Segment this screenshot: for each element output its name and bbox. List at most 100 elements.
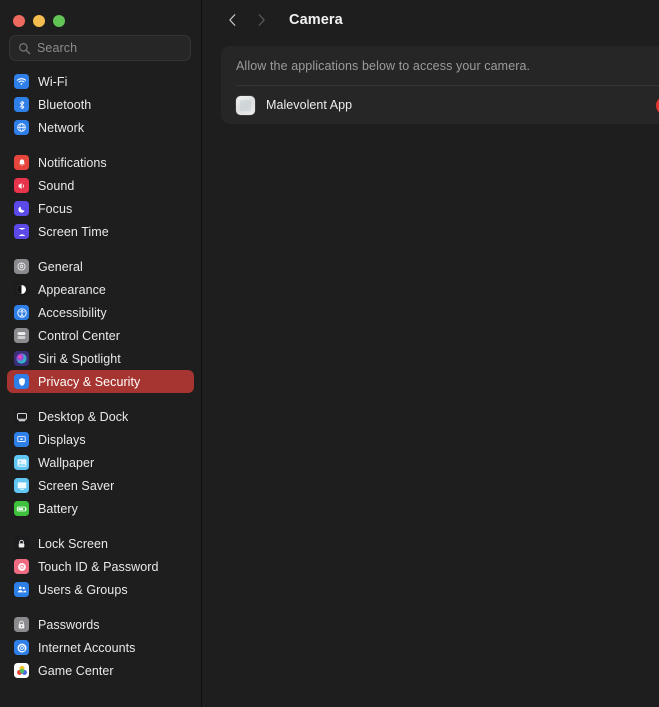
screen-time-icon — [14, 224, 29, 239]
card-description: Allow the applications below to access y… — [236, 59, 531, 73]
sidebar-item-appearance[interactable]: Appearance — [7, 278, 194, 301]
sidebar-item-focus[interactable]: Focus — [7, 197, 194, 220]
sidebar-item-label: Appearance — [38, 282, 106, 297]
appearance-icon — [14, 282, 29, 297]
sidebar-item-label: Users & Groups — [38, 582, 128, 597]
sidebar-group: Lock Screen Touch ID & Password Users & Gr… — [0, 532, 201, 613]
network-icon — [14, 120, 29, 135]
traffic-lights — [0, 0, 201, 30]
search-placeholder: Search — [37, 41, 78, 55]
sidebar-item-internet-accounts[interactable]: Internet Accounts — [7, 636, 194, 659]
sidebar-item-privacy-security[interactable]: Privacy & Security — [7, 370, 194, 393]
accessibility-icon — [14, 305, 29, 320]
zoom-button[interactable] — [53, 14, 65, 27]
displays-icon — [14, 432, 29, 447]
sidebar-item-sound[interactable]: Sound — [7, 174, 194, 197]
desktop-dock-icon — [14, 409, 29, 424]
sidebar-item-label: Bluetooth — [38, 97, 92, 112]
sidebar-item-game-center[interactable]: Game Center — [7, 659, 194, 682]
app-name: Malevolent App — [266, 98, 353, 112]
content-toolbar: Camera — [202, 0, 659, 40]
sidebar-item-label: Focus — [38, 201, 73, 216]
sidebar-item-label: Wallpaper — [38, 455, 95, 470]
sidebar-group: Wi-Fi Bluetooth Network — [0, 70, 201, 151]
page-title: Camera — [289, 12, 343, 28]
sidebar-group: Passwords Internet Accounts Game Center — [0, 613, 201, 694]
sidebar-group: General Appearance Accessibility Control Ce… — [0, 255, 201, 405]
sidebar-item-label: General — [38, 259, 83, 274]
back-button[interactable] — [219, 7, 245, 33]
search-icon — [18, 42, 31, 55]
sidebar-item-label: Privacy & Security — [38, 374, 141, 389]
lock-screen-icon — [14, 536, 29, 551]
sidebar-item-bluetooth[interactable]: Bluetooth — [7, 93, 194, 116]
privacy-security-icon — [14, 374, 29, 389]
sidebar-item-displays[interactable]: Displays — [7, 428, 194, 451]
camera-permissions-card: Allow the applications below to access y… — [221, 46, 659, 124]
wifi-icon — [14, 74, 29, 89]
sidebar-item-screen-time[interactable]: Screen Time — [7, 220, 194, 243]
minimize-button[interactable] — [33, 14, 45, 27]
sidebar-item-passwords[interactable]: Passwords — [7, 613, 194, 636]
focus-icon — [14, 201, 29, 216]
sidebar-item-label: Passwords — [38, 617, 100, 632]
system-settings-window: Search Wi-Fi Bluetooth Network Notification… — [0, 0, 659, 707]
sidebar-item-wallpaper[interactable]: Wallpaper — [7, 451, 194, 474]
sidebar-item-label: Network — [38, 120, 85, 135]
app-permission-row: Malevolent App — [221, 86, 659, 124]
sidebar-item-siri-spotlight[interactable]: Siri & Spotlight — [7, 347, 194, 370]
sidebar-item-users-groups[interactable]: Users & Groups — [7, 578, 194, 601]
close-button[interactable] — [13, 14, 25, 27]
passwords-icon — [14, 617, 29, 632]
content-area: Camera Allow the applications below to a… — [202, 0, 659, 707]
notifications-icon — [14, 155, 29, 170]
app-icon — [236, 95, 255, 115]
sidebar-item-general[interactable]: General — [7, 255, 194, 278]
sidebar-item-label: Siri & Spotlight — [38, 351, 121, 366]
internet-accounts-icon — [14, 640, 29, 655]
touch-id-icon — [14, 559, 29, 574]
wallpaper-icon — [14, 455, 29, 470]
control-center-icon — [14, 328, 29, 343]
siri-icon — [14, 351, 29, 366]
sidebar-item-label: Notifications — [38, 155, 107, 170]
sidebar-item-lock-screen[interactable]: Lock Screen — [7, 532, 194, 555]
sidebar-item-label: Desktop & Dock — [38, 409, 129, 424]
sidebar-item-network[interactable]: Network — [7, 116, 194, 139]
sidebar-item-screen-saver[interactable]: Screen Saver — [7, 474, 194, 497]
sidebar-item-label: Control Center — [38, 328, 120, 343]
game-center-icon — [14, 663, 29, 678]
sidebar-item-battery[interactable]: Battery — [7, 497, 194, 520]
screen-saver-icon — [14, 478, 29, 493]
sidebar-item-notifications[interactable]: Notifications — [7, 151, 194, 174]
sidebar-item-accessibility[interactable]: Accessibility — [7, 301, 194, 324]
sidebar-item-label: Wi-Fi — [38, 74, 68, 89]
sidebar-item-wi-fi[interactable]: Wi-Fi — [7, 70, 194, 93]
users-groups-icon — [14, 582, 29, 597]
sidebar-item-label: Screen Time — [38, 224, 109, 239]
sidebar-item-label: Touch ID & Password — [38, 559, 159, 574]
forward-button[interactable] — [248, 7, 274, 33]
sidebar-item-control-center[interactable]: Control Center — [7, 324, 194, 347]
sidebar-item-label: Accessibility — [38, 305, 107, 320]
sidebar-item-label: Displays — [38, 432, 86, 447]
sidebar-group: Notifications Sound Focus Screen Time — [0, 151, 201, 255]
sidebar-item-label: Screen Saver — [38, 478, 115, 493]
sidebar-item-label: Internet Accounts — [38, 640, 136, 655]
sidebar-nav: Wi-Fi Bluetooth Network Notifications Sound F… — [0, 61, 201, 694]
sidebar-item-label: Lock Screen — [38, 536, 109, 551]
bluetooth-icon — [14, 97, 29, 112]
sidebar-item-desktop-dock[interactable]: Desktop & Dock — [7, 405, 194, 428]
sidebar-item-label: Battery — [38, 501, 78, 516]
sidebar-item-label: Game Center — [38, 663, 114, 678]
sidebar-item-label: Sound — [38, 178, 75, 193]
sidebar: Search Wi-Fi Bluetooth Network Notification… — [0, 0, 202, 707]
sidebar-item-touch-id-password[interactable]: Touch ID & Password — [7, 555, 194, 578]
search-container: Search — [0, 30, 201, 61]
gear-icon — [14, 259, 29, 274]
search-input[interactable]: Search — [9, 35, 191, 61]
sidebar-group: Desktop & Dock Displays Wallpaper Screen Sa… — [0, 405, 201, 532]
battery-icon — [14, 501, 29, 516]
sound-icon — [14, 178, 29, 193]
app-list: Malevolent App — [221, 86, 659, 124]
